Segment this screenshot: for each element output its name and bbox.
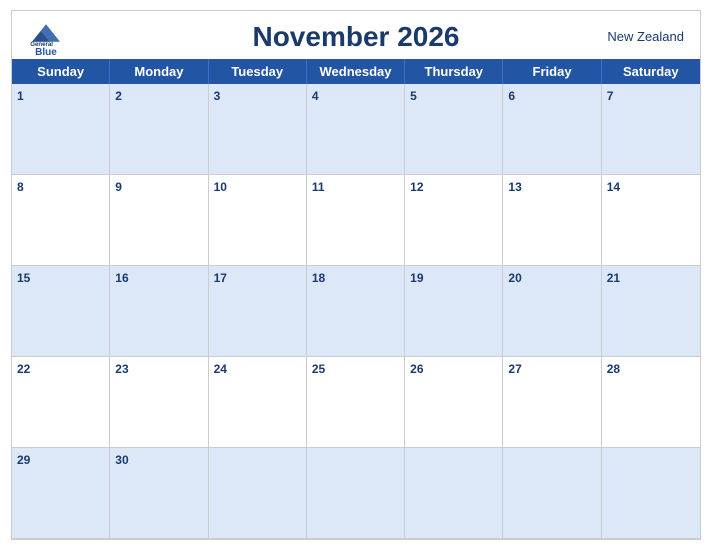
calendar-cell-16: 16 <box>110 266 208 357</box>
day-header-monday: Monday <box>110 59 208 84</box>
day-header-wednesday: Wednesday <box>307 59 405 84</box>
day-header-tuesday: Tuesday <box>209 59 307 84</box>
calendar-cell-14: 14 <box>602 175 700 266</box>
logo-blue-text: Blue <box>35 47 57 58</box>
calendar-cell-24: 24 <box>209 357 307 448</box>
calendar-cell-3: 3 <box>209 84 307 175</box>
calendar-cell-27: 27 <box>503 357 601 448</box>
calendar-cell-25: 25 <box>307 357 405 448</box>
logo-icon: General <box>28 19 64 47</box>
calendar-cell-6: 6 <box>503 84 601 175</box>
day-header-saturday: Saturday <box>602 59 700 84</box>
calendar-header: General Blue November 2026 New Zealand <box>12 11 700 59</box>
month-title-text: November 2026 <box>252 21 459 52</box>
calendar-cell-17: 17 <box>209 266 307 357</box>
calendar-cell-21: 21 <box>602 266 700 357</box>
day-header-friday: Friday <box>503 59 601 84</box>
day-headers: Sunday Monday Tuesday Wednesday Thursday… <box>12 59 700 84</box>
calendar-cell-10: 10 <box>209 175 307 266</box>
calendar-cell-22: 22 <box>12 357 110 448</box>
calendar-cell-11: 11 <box>307 175 405 266</box>
calendar-cell-8: 8 <box>12 175 110 266</box>
calendar-grid: 1 2 3 4 5 6 7 8 9 10 11 12 13 14 15 16 1… <box>12 84 700 539</box>
calendar-cell-empty-2 <box>307 448 405 539</box>
calendar-cell-12: 12 <box>405 175 503 266</box>
calendar-cell-2: 2 <box>110 84 208 175</box>
calendar-cell-29: 29 <box>12 448 110 539</box>
calendar-cell-19: 19 <box>405 266 503 357</box>
day-header-thursday: Thursday <box>405 59 503 84</box>
calendar-cell-empty-4 <box>503 448 601 539</box>
calendar-cell-empty-1 <box>209 448 307 539</box>
calendar-cell-18: 18 <box>307 266 405 357</box>
calendar-cell-9: 9 <box>110 175 208 266</box>
calendar-cell-26: 26 <box>405 357 503 448</box>
calendar-cell-7: 7 <box>602 84 700 175</box>
calendar-cell-15: 15 <box>12 266 110 357</box>
calendar-cell-30: 30 <box>110 448 208 539</box>
country-label: New Zealand <box>607 29 684 44</box>
calendar-cell-23: 23 <box>110 357 208 448</box>
calendar-cell-13: 13 <box>503 175 601 266</box>
month-title: November 2026 <box>252 21 459 53</box>
logo-area: General Blue <box>28 19 64 58</box>
calendar-cell-28: 28 <box>602 357 700 448</box>
day-header-sunday: Sunday <box>12 59 110 84</box>
calendar-cell-empty-5 <box>602 448 700 539</box>
calendar-cell-1: 1 <box>12 84 110 175</box>
calendar-container: General Blue November 2026 New Zealand S… <box>11 10 701 540</box>
calendar-cell-empty-3 <box>405 448 503 539</box>
calendar-cell-4: 4 <box>307 84 405 175</box>
calendar-cell-20: 20 <box>503 266 601 357</box>
calendar-cell-5: 5 <box>405 84 503 175</box>
